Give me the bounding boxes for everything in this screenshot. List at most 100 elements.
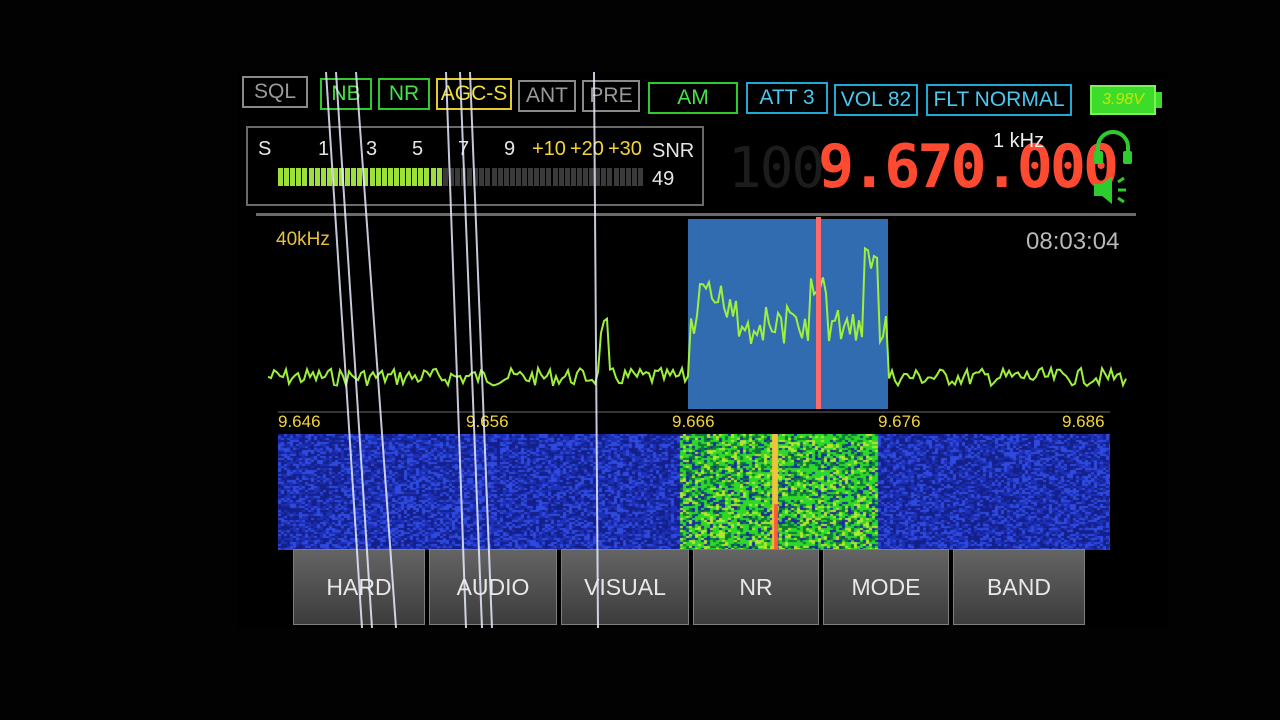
s-meter-segment — [345, 168, 351, 186]
nr-indicator[interactable]: NR — [378, 78, 430, 110]
s-meter-segment — [570, 168, 576, 186]
s-meter-segment — [503, 168, 509, 186]
spectrum-plot[interactable] — [268, 217, 1138, 409]
volume-indicator[interactable]: VOL 82 — [834, 84, 918, 116]
filter-indicator[interactable]: FLT NORMAL — [926, 84, 1072, 116]
s-meter-segment — [467, 168, 473, 186]
s-meter: S 1 3 5 7 9 +10 +20 +30 SNR 49 — [246, 126, 704, 206]
s-meter-segment — [528, 168, 534, 186]
s-meter-segment — [400, 168, 405, 186]
s-meter-scale-label: S — [258, 138, 272, 160]
s-meter-segment — [540, 168, 546, 186]
s-meter-segment — [320, 168, 326, 186]
radio-display: SQL NB NR AGC-S ANT PRE AM ATT 3 VOL 82 … — [238, 72, 1168, 628]
frequency-display[interactable]: 9.670.000 — [818, 132, 1119, 202]
s-meter-segment — [375, 168, 381, 186]
divider — [256, 213, 1136, 216]
s-meter-segment — [430, 168, 436, 186]
s-meter-segment — [284, 168, 290, 186]
s-meter-scale-label: +30 — [608, 138, 642, 160]
s-meter-segment — [552, 168, 558, 186]
axis-tick-label: 9.666 — [672, 412, 715, 431]
snr-value: 49 — [652, 168, 675, 190]
s-meter-segment — [381, 168, 387, 186]
nb-indicator[interactable]: NB — [320, 78, 372, 110]
s-meter-scale-label: 9 — [504, 138, 516, 160]
nr-button[interactable]: NR — [693, 549, 819, 625]
waterfall-display[interactable] — [278, 434, 1110, 550]
headphones-icon[interactable] — [1090, 127, 1136, 167]
sql-indicator[interactable]: SQL — [242, 76, 308, 108]
s-meter-segment — [497, 168, 503, 186]
s-meter-segment — [534, 168, 540, 186]
agc-indicator[interactable]: AGC-S — [436, 78, 512, 110]
s-meter-segment — [296, 168, 302, 186]
s-meter-segment — [418, 168, 424, 186]
s-meter-segment — [308, 168, 314, 186]
s-meter-segment — [326, 168, 332, 186]
battery-icon — [1156, 92, 1162, 108]
s-meter-segment — [564, 168, 570, 186]
s-meter-segment — [625, 168, 631, 186]
s-meter-scale-label: +20 — [570, 138, 604, 160]
s-meter-scale-label: 1 — [318, 138, 330, 160]
axis-tick-label: 9.676 — [878, 412, 921, 431]
s-meter-segment — [491, 168, 497, 186]
snr-label: SNR — [652, 140, 695, 162]
s-meter-segment — [302, 168, 308, 186]
axis-tick-label: 9.656 — [466, 412, 509, 431]
hard-button[interactable]: HARD — [293, 549, 425, 625]
mode-button[interactable]: MODE — [823, 549, 949, 625]
s-meter-segment — [412, 168, 418, 186]
s-meter-segment — [522, 168, 527, 186]
s-meter-scale-label: 5 — [412, 138, 424, 160]
axis-tick-label: 9.646 — [278, 412, 321, 431]
mode-indicator[interactable]: AM — [648, 82, 738, 114]
tuning-marker — [816, 217, 821, 409]
span-label: 40kHz — [276, 229, 330, 250]
s-meter-segment — [351, 168, 357, 186]
s-meter-segment — [515, 168, 521, 186]
battery-indicator: 3.98V — [1090, 85, 1156, 115]
softkey-bar: HARD AUDIO VISUAL NR MODE BAND — [293, 549, 1143, 625]
s-meter-segment — [461, 168, 466, 186]
s-meter-segment — [595, 168, 601, 186]
s-meter-segment — [393, 168, 399, 186]
s-meter-scale-label: +10 — [532, 138, 566, 160]
s-meter-bar — [278, 168, 644, 186]
frequency-axis: 9.646 9.656 9.666 9.676 9.686 — [278, 410, 1110, 434]
passband-highlight — [688, 219, 888, 409]
ant-indicator[interactable]: ANT — [518, 80, 576, 112]
s-meter-segment — [576, 168, 582, 186]
s-meter-segment — [558, 168, 564, 186]
s-meter-segment — [424, 168, 430, 186]
pre-indicator[interactable]: PRE — [582, 80, 640, 112]
s-meter-segment — [631, 168, 637, 186]
s-meter-segment — [619, 168, 625, 186]
s-meter-segment — [339, 168, 344, 186]
s-meter-segment — [290, 168, 296, 186]
att-indicator[interactable]: ATT 3 — [746, 82, 828, 114]
audio-button[interactable]: AUDIO — [429, 549, 557, 625]
tuning-step[interactable]: 1 kHz — [993, 130, 1044, 153]
s-meter-segment — [406, 168, 412, 186]
s-meter-segment — [442, 168, 448, 186]
speaker-icon[interactable] — [1090, 170, 1136, 210]
s-meter-segment — [583, 168, 588, 186]
visual-button[interactable]: VISUAL — [561, 549, 689, 625]
s-meter-segment — [278, 168, 283, 186]
s-meter-segment — [613, 168, 619, 186]
axis-tick-label: 9.686 — [1062, 412, 1105, 431]
s-meter-segment — [332, 168, 338, 186]
s-meter-segment — [387, 168, 393, 186]
s-meter-segment — [607, 168, 613, 186]
band-button[interactable]: BAND — [953, 549, 1085, 625]
s-meter-segment — [363, 168, 369, 186]
s-meter-segment — [479, 168, 485, 186]
s-meter-segment — [473, 168, 479, 186]
frequency-ghost-digits: 100 — [728, 136, 825, 201]
s-meter-segment — [589, 168, 595, 186]
s-meter-segment — [546, 168, 552, 186]
clock: 08:03:04 — [1026, 228, 1120, 255]
s-meter-scale-label: 3 — [366, 138, 378, 160]
